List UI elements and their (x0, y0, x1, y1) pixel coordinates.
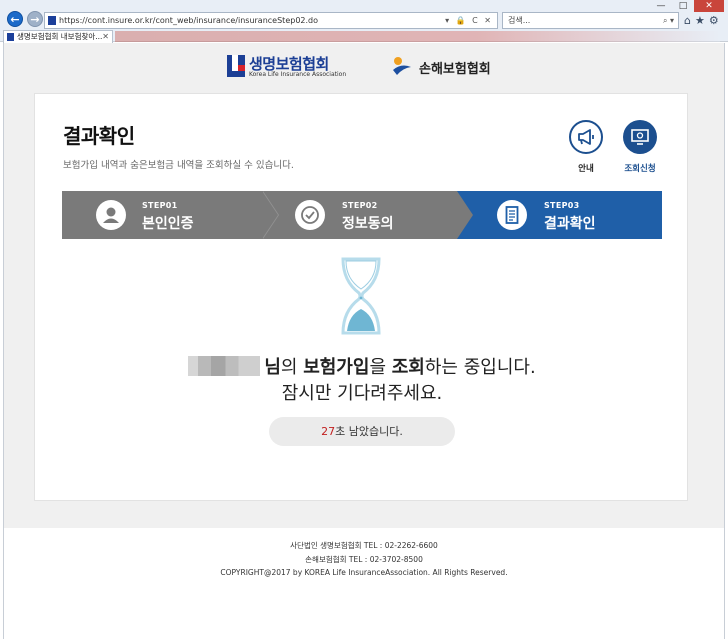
countdown-badge: 27초 남았습니다. (269, 417, 455, 446)
step-divider (457, 191, 473, 239)
forward-icon[interactable]: → (27, 11, 43, 27)
result-card: 결과확인 보험가입 내역과 숨은보험금 내역을 조회하실 수 있습니다. 안내 … (34, 93, 688, 501)
site-footer: 사단법인 생명보험협회 TEL : 02-2262-6600 손해보험협회 TE… (4, 528, 724, 639)
inquiry-button[interactable] (623, 120, 657, 154)
page: 생명보험협회 Korea Life Insurance Association … (3, 43, 725, 639)
tab-strip (115, 31, 720, 42)
guide-label[interactable]: 안내 (556, 162, 616, 174)
browser-tab[interactable]: 생명보험협회 내보험찾아... ✕ (3, 30, 113, 43)
masked-user-name (188, 356, 261, 376)
tab-favicon-icon (7, 33, 14, 41)
life-logo-en: Korea Life Insurance Association (249, 71, 347, 78)
person-icon (96, 200, 126, 230)
address-url: https://cont.insure.or.kr/cont_web/insur… (59, 16, 319, 25)
tab-title: 생명보험협회 내보험찾아... (17, 32, 103, 41)
status-message: 님의 보험가입을 조회하는 중입니다. (35, 353, 689, 379)
guide-button[interactable] (569, 120, 603, 154)
document-icon (497, 200, 527, 230)
site-header: 생명보험협회 Korea Life Insurance Association … (4, 43, 724, 91)
step-consent: STEP02 정보동의 (262, 191, 457, 239)
msg-particle-ui: 의 (280, 357, 304, 378)
step-label: 결과확인 (544, 216, 596, 232)
footer-life-tel: 사단법인 생명보험협회 TEL : 02-2262-6600 (290, 541, 438, 550)
address-bar[interactable]: https://cont.insure.or.kr/cont_web/insur… (44, 12, 498, 29)
inquiry-label[interactable]: 조회신청 (610, 162, 670, 174)
close-window-icon[interactable]: ✕ (694, 0, 724, 12)
tab-close-icon[interactable]: ✕ (102, 31, 109, 43)
nonlife-logo-name: 손해보험협회 (419, 62, 491, 77)
msg-insurance-join: 보험가입 (303, 357, 370, 378)
search-input[interactable]: 검색... ⌕ ▾ (502, 12, 679, 29)
step-label: 본인인증 (142, 216, 194, 232)
footer-copyright: COPYRIGHT@2017 by KOREA Life InsuranceAs… (220, 568, 508, 577)
nonlife-logo-mark-icon (393, 57, 411, 75)
maximize-icon[interactable]: □ (672, 0, 694, 12)
check-circle-icon (295, 200, 325, 230)
search-icon[interactable]: ⌕ ▾ (663, 13, 674, 28)
msg-ending: 하는 중입니다. (424, 357, 536, 378)
wait-message: 잠시만 기다려주세요. (281, 383, 443, 404)
search-placeholder: 검색... (508, 16, 531, 25)
msg-inquiry: 조회 (391, 357, 425, 378)
step-label: 정보동의 (342, 216, 394, 232)
life-logo-mark-icon (227, 55, 245, 77)
back-icon[interactable]: ← (7, 11, 23, 27)
monitor-icon (631, 129, 649, 145)
step-number: STEP01 (142, 201, 178, 210)
msg-nim: 님 (264, 357, 281, 378)
footer-nonlife-tel: 손해보험협회 TEL : 02-3702-8500 (305, 555, 423, 564)
minimize-icon[interactable]: — (650, 0, 672, 12)
step-identity: STEP01 본인인증 (62, 191, 262, 239)
countdown-seconds: 27 (321, 425, 336, 438)
site-favicon-icon (48, 16, 56, 25)
step-number: STEP02 (342, 201, 378, 210)
hourglass-icon (341, 257, 381, 335)
countdown-suffix: 초 남았습니다. (335, 425, 403, 438)
home-star-gear-icons[interactable]: ⌂★⚙ (684, 14, 723, 27)
step-number: STEP03 (544, 201, 580, 210)
step-progress: STEP01 본인인증 STEP02 정보동의 STEP03 결과확인 (62, 191, 662, 239)
megaphone-icon (578, 129, 594, 145)
address-controls-icon[interactable]: ▾ 🔒 C ✕ (445, 13, 493, 28)
browser-toolbar: ← → https://cont.insure.or.kr/cont_web/i… (0, 0, 728, 43)
step-divider (262, 191, 278, 239)
msg-particle-eul: 을 (369, 357, 392, 378)
page-title: 결과확인 (63, 124, 135, 148)
step-result-active: STEP03 결과확인 (457, 191, 662, 239)
page-subtitle: 보험가입 내역과 숨은보험금 내역을 조회하실 수 있습니다. (63, 160, 294, 171)
